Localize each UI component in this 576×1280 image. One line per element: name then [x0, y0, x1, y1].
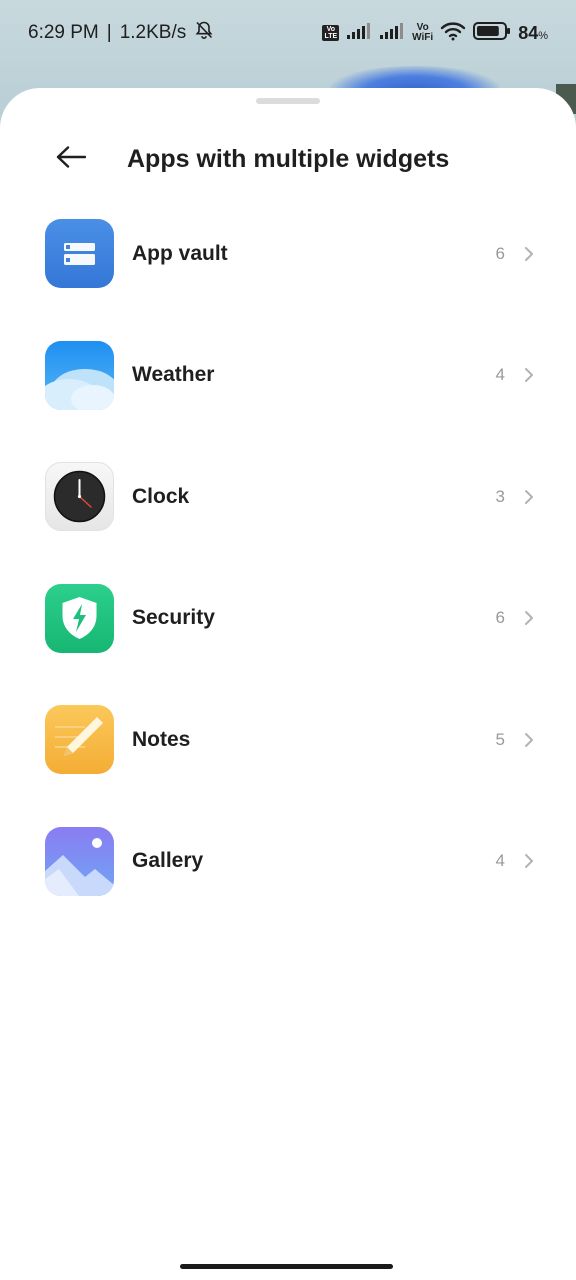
- status-right: Vo LTE Vo WiFi 84%: [322, 21, 548, 46]
- chevron-right-icon: [522, 366, 536, 384]
- widget-count: 5: [495, 729, 505, 749]
- list-item-security[interactable]: Security 6: [0, 558, 576, 680]
- signal-icon-2: [379, 22, 405, 45]
- widget-count: 4: [495, 365, 505, 385]
- sheet-drag-handle[interactable]: [256, 98, 320, 104]
- notes-icon: [45, 705, 114, 775]
- list-item-notes[interactable]: Notes 5: [0, 679, 576, 801]
- app-name: Security: [132, 606, 215, 630]
- chevron-right-icon: [522, 852, 536, 870]
- chevron-right-icon: [522, 488, 536, 506]
- chevron-right-icon: [522, 245, 536, 263]
- gallery-icon: [45, 826, 114, 896]
- bottom-sheet: Apps with multiple widgets App vault 6 W…: [0, 88, 576, 1280]
- list-item-clock[interactable]: Clock 3: [0, 436, 576, 558]
- app-name: Weather: [132, 363, 215, 387]
- app-name: Gallery: [132, 849, 204, 873]
- battery-icon: [473, 21, 511, 45]
- widget-count: 6: [495, 608, 505, 628]
- back-button[interactable]: [48, 138, 94, 180]
- arrow-left-icon: [56, 145, 87, 173]
- widget-count: 6: [495, 243, 505, 263]
- volte-badge: Vo LTE: [322, 25, 340, 41]
- widget-count: 4: [495, 851, 505, 871]
- status-bar: 6:29 PM | 1.2KB/s Vo LTE Vo WiFi 84%: [0, 0, 576, 66]
- clock-icon: [45, 462, 114, 532]
- network-speed: 1.2KB/s: [119, 22, 187, 43]
- wifi-icon: [440, 21, 466, 46]
- status-separator: |: [106, 22, 112, 43]
- status-left: 6:29 PM | 1.2KB/s: [28, 20, 214, 46]
- list-item-app-vault[interactable]: App vault 6: [0, 193, 576, 315]
- app-name: Notes: [132, 727, 191, 751]
- security-shield-icon: [45, 583, 114, 653]
- chevron-right-icon: [522, 609, 536, 627]
- chevron-right-icon: [522, 731, 536, 749]
- app-vault-icon: [45, 219, 114, 289]
- widget-count: 3: [495, 486, 505, 506]
- volte-badge-bottom: LTE: [324, 33, 338, 40]
- list-item-weather[interactable]: Weather 4: [0, 315, 576, 437]
- battery-percent: 84%: [518, 23, 548, 44]
- battery-percent-unit: %: [538, 29, 548, 42]
- app-name: App vault: [132, 241, 228, 265]
- page-title: Apps with multiple widgets: [127, 145, 450, 173]
- battery-percent-value: 84: [518, 22, 539, 43]
- vowifi-badge: Vo WiFi: [412, 23, 433, 43]
- bell-muted-icon: [194, 20, 214, 46]
- app-list: App vault 6 Weather 4 Clock 3 Security 6…: [0, 193, 576, 922]
- home-indicator[interactable]: [180, 1264, 393, 1269]
- vowifi-bottom: WiFi: [412, 32, 434, 43]
- volte-badge-top: Vo: [326, 26, 336, 33]
- weather-icon: [45, 340, 114, 410]
- list-item-gallery[interactable]: Gallery 4: [0, 801, 576, 923]
- signal-icon: [346, 22, 372, 45]
- status-time: 6:29 PM: [28, 22, 99, 43]
- app-name: Clock: [132, 484, 190, 508]
